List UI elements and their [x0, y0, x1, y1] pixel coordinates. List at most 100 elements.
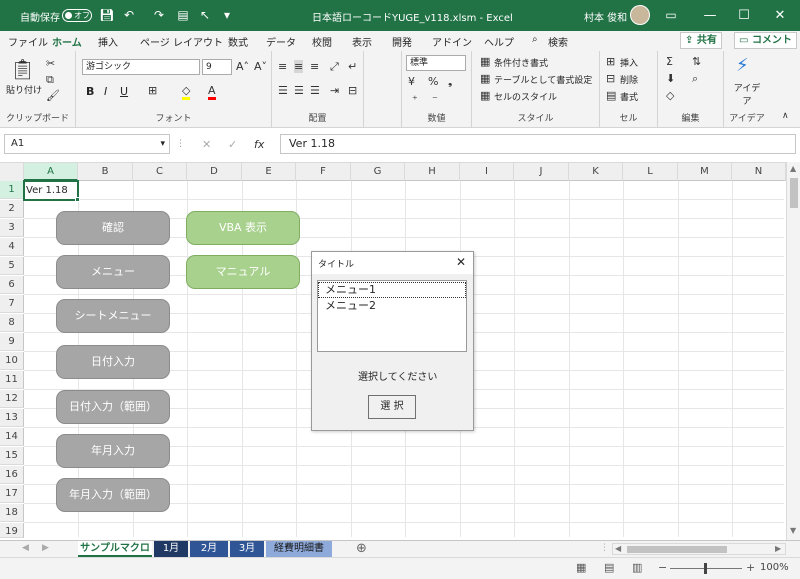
- vertical-scrollbar[interactable]: ▲ ▼: [786, 162, 800, 540]
- row-header[interactable]: 3: [0, 219, 24, 237]
- format-cells-icon[interactable]: ▤: [606, 89, 616, 102]
- merge-icon[interactable]: ⊟: [348, 84, 357, 97]
- cell-styles-icon[interactable]: ▦: [480, 89, 490, 102]
- month-input-button[interactable]: 年月入力: [56, 434, 170, 468]
- conditional-format-button[interactable]: 条件付き書式: [494, 56, 548, 69]
- wrap-text-icon[interactable]: ↵: [348, 60, 357, 73]
- column-header[interactable]: B: [78, 163, 133, 181]
- date-input-button[interactable]: 日付入力: [56, 345, 170, 379]
- column-header[interactable]: I: [460, 163, 514, 181]
- tab-page-layout[interactable]: ページ レイアウト: [140, 34, 223, 49]
- row-header[interactable]: 13: [0, 409, 24, 427]
- minimize-icon[interactable]: —: [694, 0, 726, 31]
- customize-qat-icon[interactable]: ▾: [218, 6, 236, 24]
- tab-data[interactable]: データ: [266, 34, 296, 49]
- decrease-font-icon[interactable]: A˅: [254, 60, 267, 73]
- row-header[interactable]: 15: [0, 447, 24, 465]
- increase-decimal-icon[interactable]: ⁺: [412, 93, 418, 106]
- tab-addins[interactable]: アドイン: [432, 34, 472, 49]
- ideas-button[interactable]: アイデア: [730, 81, 764, 107]
- delete-cells-button[interactable]: 削除: [620, 73, 638, 86]
- insert-cells-icon[interactable]: ⊞: [606, 55, 615, 68]
- maximize-icon[interactable]: ☐: [728, 0, 760, 31]
- align-middle-icon[interactable]: ≡: [294, 60, 304, 73]
- font-size-select[interactable]: 9: [202, 59, 232, 75]
- row-header[interactable]: 16: [0, 466, 24, 484]
- currency-icon[interactable]: ¥: [408, 75, 415, 88]
- autosum-icon[interactable]: Σ: [666, 55, 673, 68]
- list-item[interactable]: メニュー1: [318, 282, 466, 298]
- fill-icon[interactable]: ⬇: [666, 72, 675, 85]
- share-button[interactable]: ⇪ 共有: [680, 32, 722, 49]
- scroll-up-icon[interactable]: ▲: [790, 164, 796, 173]
- horizontal-scrollbar[interactable]: ◀ ▶: [612, 543, 786, 555]
- align-bottom-icon[interactable]: ≡: [310, 60, 319, 73]
- sheet-tab-jan[interactable]: 1月: [154, 541, 188, 557]
- column-header[interactable]: H: [405, 163, 460, 181]
- month-range-input-button[interactable]: 年月入力（範囲）: [56, 478, 170, 512]
- manual-button[interactable]: マニュアル: [186, 255, 300, 289]
- column-header[interactable]: C: [133, 163, 187, 181]
- format-cells-button[interactable]: 書式: [620, 90, 638, 103]
- sheet-tab-mar[interactable]: 3月: [230, 541, 264, 557]
- increase-font-icon[interactable]: A˄: [236, 60, 249, 73]
- list-item[interactable]: メニュー2: [318, 299, 466, 315]
- insert-cells-button[interactable]: 挿入: [620, 56, 638, 69]
- format-as-table-icon[interactable]: ▦: [480, 72, 490, 85]
- comma-icon[interactable]: ❟: [448, 75, 452, 89]
- row-header[interactable]: 12: [0, 390, 24, 408]
- undo-icon[interactable]: ↶: [120, 6, 138, 24]
- redo-icon[interactable]: ↷: [150, 6, 168, 24]
- cut-icon[interactable]: ✂: [46, 57, 55, 70]
- name-box-dropdown-icon[interactable]: ▾: [160, 135, 165, 153]
- row-header[interactable]: 9: [0, 333, 24, 351]
- ideas-icon[interactable]: ⚡: [736, 55, 749, 76]
- font-name-select[interactable]: 游ゴシック: [82, 59, 200, 75]
- formula-input[interactable]: Ver 1.18: [280, 134, 796, 154]
- font-color-icon[interactable]: A: [208, 84, 216, 100]
- sheet-menu-button[interactable]: シートメニュー: [56, 299, 170, 333]
- close-icon[interactable]: ✕: [764, 0, 796, 31]
- menu-macro-button[interactable]: メニュー: [56, 255, 170, 289]
- paste-button[interactable]: 貼り付け: [6, 83, 42, 96]
- row-header[interactable]: 11: [0, 371, 24, 389]
- ribbon-display-icon[interactable]: ▭: [662, 6, 680, 24]
- row-header[interactable]: 10: [0, 352, 24, 370]
- page-layout-view-icon[interactable]: ▤: [604, 561, 614, 574]
- row-header[interactable]: 17: [0, 485, 24, 503]
- row-header[interactable]: 2: [0, 200, 24, 218]
- column-header[interactable]: J: [514, 163, 569, 181]
- scroll-left-icon[interactable]: ◀: [615, 544, 621, 553]
- page-break-view-icon[interactable]: ▥: [632, 561, 642, 574]
- scroll-down-icon[interactable]: ▼: [790, 526, 796, 535]
- column-header[interactable]: K: [569, 163, 623, 181]
- comments-button[interactable]: ▭ コメント: [734, 32, 797, 49]
- bold-button[interactable]: B: [86, 85, 94, 98]
- h-scroll-thumb[interactable]: [627, 546, 727, 553]
- tab-formulas[interactable]: 数式: [228, 34, 248, 49]
- dialog-close-icon[interactable]: ✕: [456, 255, 466, 269]
- cancel-entry-icon[interactable]: ✕: [202, 138, 211, 151]
- orientation-icon[interactable]: ⤢: [330, 60, 339, 74]
- menu-listbox[interactable]: メニュー1 メニュー2: [317, 280, 467, 352]
- vba-display-button[interactable]: VBA 表示: [186, 211, 300, 245]
- search-icon[interactable]: ⌕: [532, 34, 538, 45]
- sheet-tab-feb[interactable]: 2月: [190, 541, 228, 557]
- borders-icon[interactable]: ⊞: [148, 84, 157, 97]
- select-all-corner[interactable]: [0, 163, 24, 181]
- autosave-toggle[interactable]: オフ: [62, 9, 92, 22]
- add-sheet-icon[interactable]: ⊕: [356, 541, 367, 556]
- row-header[interactable]: 18: [0, 504, 24, 522]
- sheet-tab-expense[interactable]: 経費明細書: [266, 541, 332, 557]
- row-header[interactable]: 14: [0, 428, 24, 446]
- insert-function-icon[interactable]: fx: [254, 138, 264, 151]
- column-header[interactable]: D: [187, 163, 242, 181]
- user-name[interactable]: 村本 俊和: [584, 9, 627, 24]
- tab-file[interactable]: ファイル: [8, 34, 48, 49]
- align-top-icon[interactable]: ≡: [278, 60, 287, 73]
- delete-cells-icon[interactable]: ⊟: [606, 72, 615, 85]
- collapse-ribbon-icon[interactable]: ∧: [782, 111, 789, 121]
- column-header[interactable]: E: [242, 163, 296, 181]
- column-header[interactable]: N: [732, 163, 786, 181]
- underline-button[interactable]: U: [120, 85, 128, 98]
